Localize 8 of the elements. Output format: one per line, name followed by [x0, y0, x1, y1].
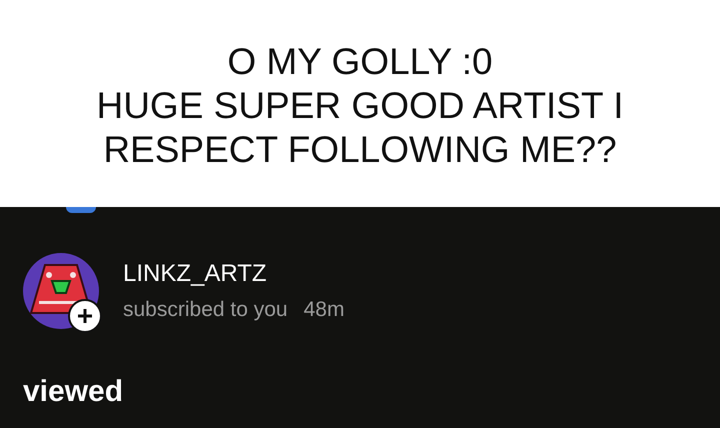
caption-text: HUGE SUPER GOOD ARTIST I	[96, 84, 624, 128]
channel-name[interactable]: LINKZ_ARTZ	[123, 260, 344, 288]
caption-text: RESPECT FOLLOWING ME??	[103, 128, 617, 172]
time-text: 48m	[304, 298, 344, 322]
section-heading: viewed	[23, 375, 124, 409]
plus-icon[interactable]	[68, 299, 102, 333]
action-text: subscribed to you	[123, 298, 288, 322]
caption-text: O MY GOLLY :0	[227, 40, 493, 84]
